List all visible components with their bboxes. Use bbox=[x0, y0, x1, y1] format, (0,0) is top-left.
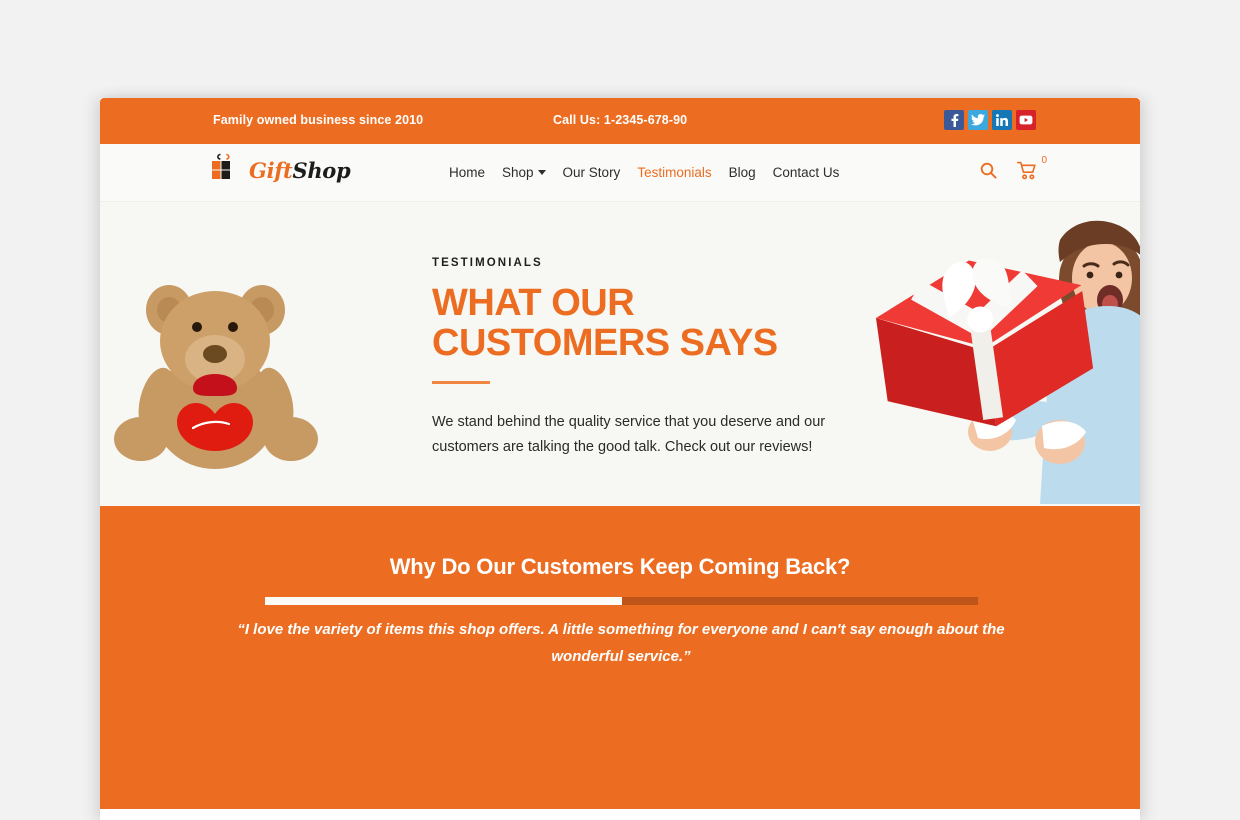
youtube-icon[interactable] bbox=[1016, 110, 1036, 130]
brand-word-shop: Shop bbox=[292, 157, 351, 183]
phone-text: Call Us: 1-2345-678-90 bbox=[553, 113, 688, 127]
nav-item-contact-us[interactable]: Contact Us bbox=[773, 165, 840, 180]
nav-item-home[interactable]: Home bbox=[449, 165, 485, 180]
hero-paragraph: We stand behind the quality service that… bbox=[432, 414, 826, 455]
cart-count-badge: 0 bbox=[1041, 155, 1047, 166]
woman-holding-red-gift-box-photo bbox=[864, 202, 1140, 504]
brand-word-gift: Gift bbox=[249, 157, 293, 183]
hero-copy: TESTIMONIALS WHAT OUR CUSTOMERS SAYS We … bbox=[432, 257, 852, 460]
brand-text: GiftShop bbox=[249, 157, 351, 183]
chevron-down-icon bbox=[537, 170, 546, 175]
slider-progress-bar[interactable] bbox=[265, 597, 978, 605]
nav-item-blog[interactable]: Blog bbox=[729, 165, 756, 180]
header-actions: 0 bbox=[980, 155, 1047, 185]
social-links bbox=[944, 110, 1036, 130]
nav-item-our-story[interactable]: Our Story bbox=[563, 165, 621, 180]
slider-progress-fill bbox=[265, 597, 622, 605]
nav-label: Testimonials bbox=[637, 165, 712, 180]
nav-label: Contact Us bbox=[772, 165, 840, 180]
nav-item-testimonials[interactable]: Testimonials bbox=[637, 165, 711, 180]
hero-title-line-1: WHAT OUR bbox=[432, 282, 635, 324]
top-utility-bar: Family owned business since 2010 Call Us… bbox=[100, 98, 1140, 144]
testimonial-slider-section: Why Do Our Customers Keep Coming Back? “… bbox=[100, 506, 1140, 809]
nav-label: Home bbox=[449, 165, 486, 180]
gift-box-icon bbox=[212, 153, 230, 179]
page-title: WHAT OUR CUSTOMERS SAYS bbox=[432, 283, 852, 363]
main-navigation: Home Shop Our Story Testimonials Blog Co… bbox=[449, 165, 839, 180]
website-page-card: Family owned business since 2010 Call Us… bbox=[100, 98, 1140, 820]
nav-label: Blog bbox=[728, 165, 756, 180]
nav-label: Our Story bbox=[562, 165, 621, 180]
nav-label: Shop bbox=[502, 165, 534, 180]
brand-logo[interactable]: GiftShop bbox=[210, 153, 351, 187]
site-header: GiftShop Home Shop Our Story Testimonial… bbox=[100, 144, 1140, 202]
testimonial-quote: “I love the variety of items this shop o… bbox=[237, 621, 1005, 665]
linkedin-icon[interactable] bbox=[992, 110, 1012, 130]
cart-button[interactable]: 0 bbox=[1017, 155, 1047, 185]
twitter-icon[interactable] bbox=[968, 110, 988, 130]
title-underline-rule bbox=[432, 381, 490, 384]
facebook-icon[interactable] bbox=[944, 110, 964, 130]
nav-item-shop[interactable]: Shop bbox=[502, 165, 546, 180]
hero-eyebrow: TESTIMONIALS bbox=[432, 257, 543, 269]
hero-title-line-2: CUSTOMERS SAYS bbox=[432, 322, 778, 364]
search-icon[interactable] bbox=[980, 162, 997, 184]
tagline-text: Family owned business since 2010 bbox=[213, 113, 424, 127]
shopping-cart-icon bbox=[1017, 161, 1036, 180]
testimonial-section-heading: Why Do Our Customers Keep Coming Back? bbox=[389, 554, 851, 579]
hero-section: TESTIMONIALS WHAT OUR CUSTOMERS SAYS We … bbox=[100, 202, 1140, 506]
teddy-bear-with-heart-photo bbox=[105, 202, 335, 486]
